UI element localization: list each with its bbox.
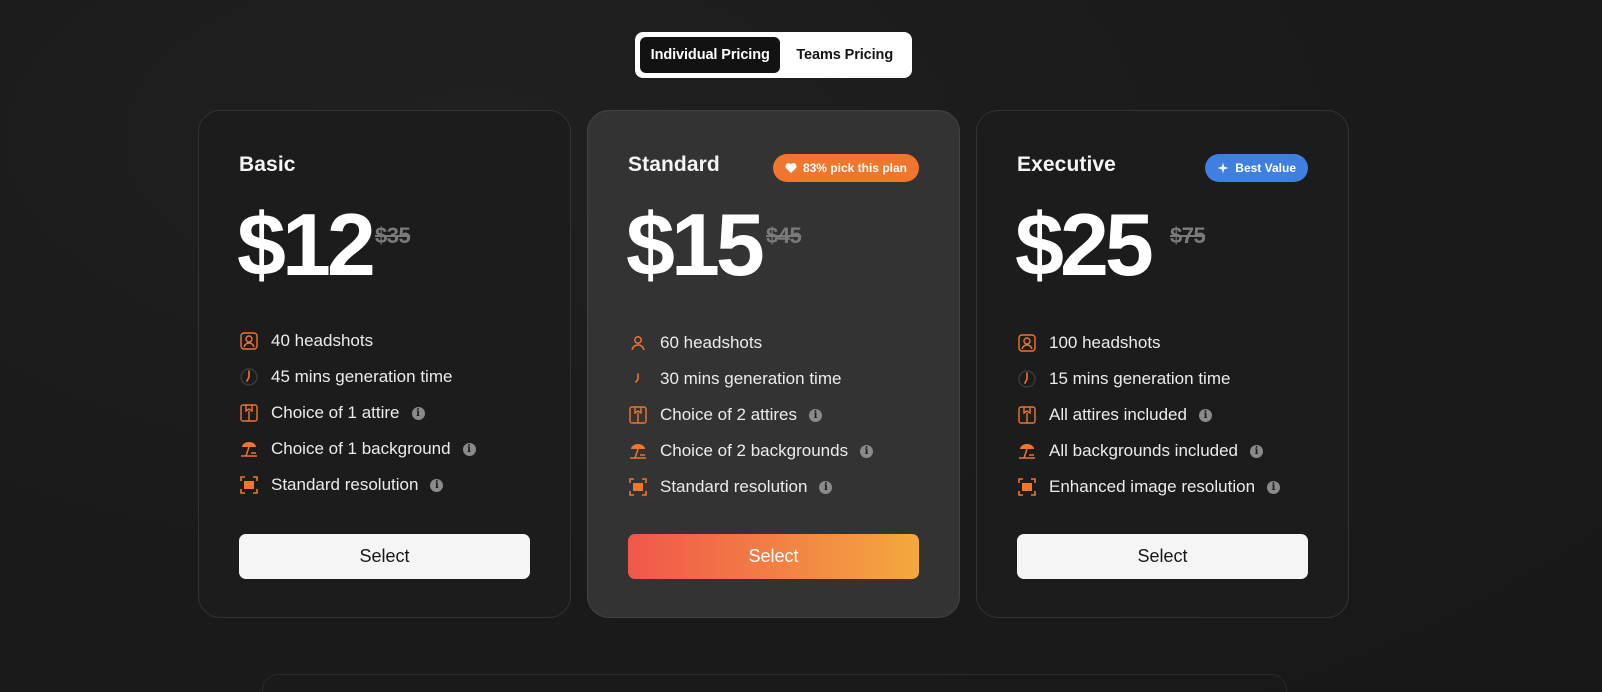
- feature-label: 15 mins generation time: [1049, 369, 1231, 388]
- heart-icon: [785, 162, 797, 174]
- feature-item: Enhanced image resolution i: [1017, 469, 1281, 505]
- beach-umbrella-icon: [628, 441, 648, 461]
- plan-card-basic: Basic $12 $35 40 headshots 45 mins gener…: [198, 110, 571, 618]
- info-icon[interactable]: i: [462, 442, 476, 456]
- feature-label: Enhanced image resolution: [1049, 477, 1256, 496]
- feature-label: Choice of 2 attires: [660, 405, 798, 424]
- feature-label: All attires included: [1049, 405, 1187, 424]
- resolution-icon: [239, 475, 259, 495]
- info-icon[interactable]: i: [430, 478, 444, 492]
- plan-price: $12: [237, 195, 376, 294]
- feature-list: 60 headshots 30 mins generation time Cho…: [628, 325, 874, 505]
- clock-icon: [239, 367, 259, 387]
- badge-label: Best Value: [1235, 161, 1296, 175]
- plan-price: $25: [1015, 195, 1154, 294]
- feature-item: 60 headshots: [628, 325, 873, 361]
- select-button[interactable]: Select: [1017, 534, 1308, 579]
- feature-label: 60 headshots: [660, 333, 763, 352]
- info-icon[interactable]: i: [1267, 480, 1281, 494]
- feature-list: 40 headshots 45 mins generation time Cho…: [239, 323, 476, 503]
- info-icon[interactable]: i: [819, 480, 833, 494]
- sparkle-icon: [1217, 162, 1229, 174]
- user-icon: [628, 333, 648, 353]
- feature-item: Standard resolution i: [239, 467, 476, 503]
- select-button[interactable]: Select: [628, 534, 919, 579]
- feature-label: Choice of 1 background: [271, 439, 451, 458]
- attire-icon: [628, 405, 648, 425]
- feature-item: 30 mins generation time: [628, 361, 873, 397]
- info-icon[interactable]: i: [1198, 408, 1212, 422]
- info-icon[interactable]: i: [809, 408, 823, 422]
- tab-individual-pricing[interactable]: Individual Pricing: [640, 37, 781, 73]
- plan-card-standard: Standard 83% pick this plan $15 $45 60 h…: [587, 110, 960, 618]
- feature-item: 100 headshots: [1017, 325, 1280, 361]
- best-value-badge: Best Value: [1205, 154, 1308, 182]
- resolution-icon: [628, 477, 648, 497]
- plan-card-executive: Executive Best Value $25 $75 100 headsho…: [976, 110, 1349, 618]
- plan-name: Executive: [1017, 153, 1116, 176]
- feature-item: Choice of 2 backgrounds i: [628, 433, 874, 469]
- info-icon[interactable]: i: [411, 406, 425, 420]
- plan-old-price: $75: [1170, 223, 1206, 248]
- select-button[interactable]: Select: [239, 534, 530, 579]
- feature-label: 30 mins generation time: [660, 369, 842, 388]
- feature-label: Choice of 2 backgrounds: [660, 441, 849, 460]
- clock-icon: [628, 369, 648, 389]
- feature-label: Choice of 1 attire: [271, 403, 400, 422]
- feature-label: Standard resolution: [660, 477, 808, 496]
- feature-label: 100 headshots: [1049, 333, 1161, 352]
- badge-label: 83% pick this plan: [802, 161, 907, 175]
- resolution-icon: [1017, 477, 1037, 497]
- info-icon[interactable]: i: [1250, 444, 1264, 458]
- feature-item: All attires included i: [1017, 397, 1280, 433]
- feature-item: 45 mins generation time: [239, 359, 476, 395]
- popular-badge: 83% pick this plan: [772, 154, 919, 182]
- plan-price: $15: [626, 195, 765, 294]
- feature-item: Standard resolution i: [628, 469, 873, 505]
- tab-teams-pricing[interactable]: Teams Pricing: [782, 37, 907, 73]
- clock-icon: [1017, 369, 1037, 389]
- beach-umbrella-icon: [239, 439, 259, 459]
- feature-label: 45 mins generation time: [271, 367, 453, 386]
- feature-label: Standard resolution: [271, 475, 419, 494]
- feature-item: Choice of 2 attires i: [628, 397, 873, 433]
- feature-item: 15 mins generation time: [1017, 361, 1280, 397]
- feature-label: All backgrounds included: [1049, 441, 1239, 460]
- info-icon[interactable]: i: [860, 444, 874, 458]
- attire-icon: [239, 403, 259, 423]
- plan-old-price: $45: [766, 223, 802, 248]
- plan-name: Standard: [628, 153, 720, 176]
- feature-list: 100 headshots 15 mins generation time Al…: [1017, 325, 1281, 505]
- plan-name: Basic: [239, 153, 296, 176]
- feature-item: Choice of 1 attire i: [239, 395, 476, 431]
- plan-old-price: $35: [375, 223, 411, 248]
- feature-label: 40 headshots: [271, 331, 374, 350]
- attire-icon: [1017, 405, 1037, 425]
- feature-item: 40 headshots: [239, 323, 476, 359]
- user-icon: [239, 331, 259, 351]
- beach-umbrella-icon: [1017, 441, 1037, 461]
- bottom-section-container: [262, 674, 1287, 692]
- feature-item: Choice of 1 background i: [239, 431, 476, 467]
- pricing-toggle: Individual Pricing Teams Pricing: [635, 32, 912, 78]
- feature-item: All backgrounds included i: [1017, 433, 1280, 469]
- user-icon: [1017, 333, 1037, 353]
